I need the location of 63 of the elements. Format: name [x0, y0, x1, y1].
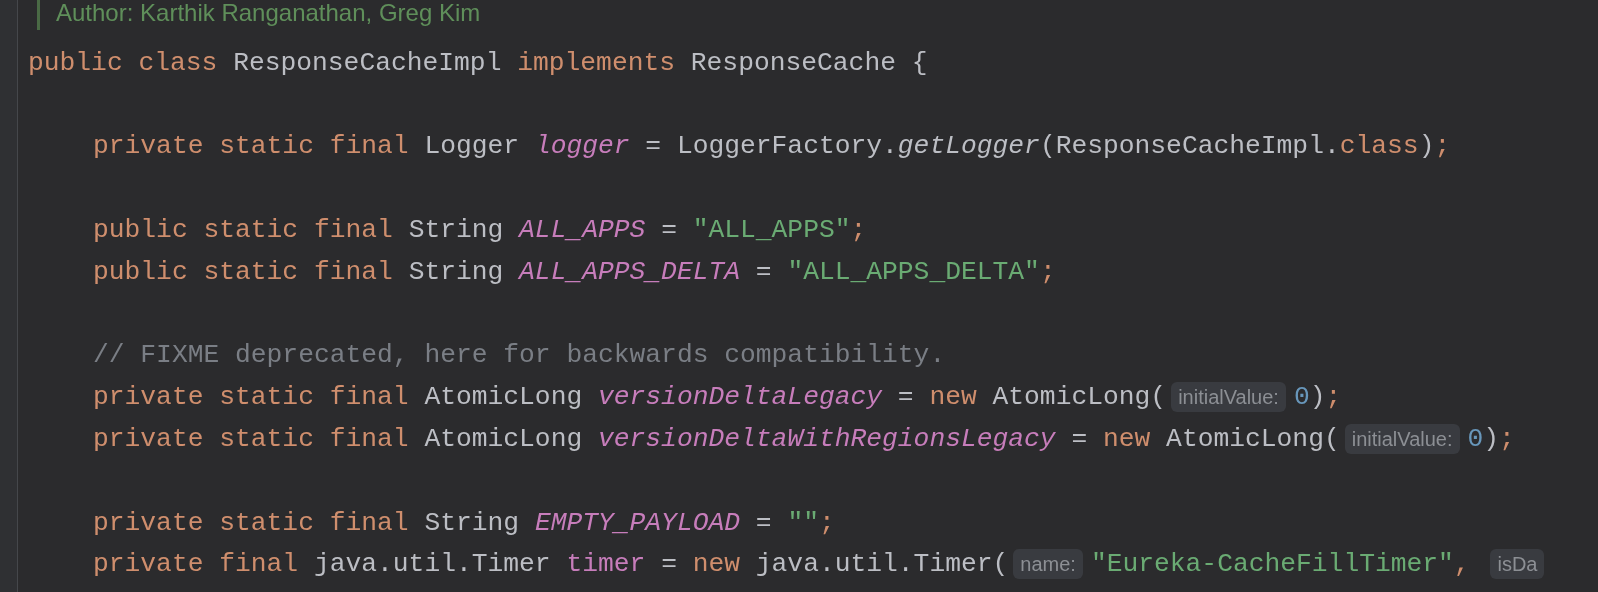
keyword: public class — [28, 47, 219, 78]
identifier: ResponseCacheImpl — [233, 47, 503, 78]
punctuation: ; — [1325, 382, 1342, 413]
identifier: = — [755, 256, 773, 287]
keyword: class — [1339, 131, 1419, 162]
identifier: ) — [1309, 382, 1326, 413]
identifier: AtomicLong( — [992, 382, 1167, 413]
identifier: String — [408, 215, 505, 246]
parameter-hint: isDa — [1490, 549, 1545, 580]
string-literal: "ALL_APPS_DELTA" — [787, 256, 1040, 287]
field-name: versionDeltaLegacy — [598, 382, 884, 413]
punctuation: ; — [1434, 131, 1451, 162]
field-name: logger — [534, 131, 631, 162]
number-literal: 0 — [1293, 382, 1310, 413]
punctuation: ; — [1039, 256, 1056, 287]
keyword: public static final — [93, 215, 394, 246]
keyword: new — [1103, 424, 1152, 455]
identifier: String — [424, 507, 521, 538]
parameter-hint: initialValue: — [1344, 424, 1460, 455]
identifier: (ResponseCacheImpl. — [1039, 131, 1340, 162]
keyword: new — [929, 382, 978, 413]
identifier: = LoggerFactory. — [645, 131, 898, 162]
parameter-hint: name: — [1013, 549, 1083, 580]
identifier: AtomicLong — [424, 382, 584, 413]
keyword: private final — [93, 549, 300, 580]
keyword: public static final — [93, 256, 394, 287]
string-literal: "" — [787, 507, 819, 538]
identifier: String — [408, 256, 505, 287]
identifier: AtomicLong — [424, 424, 584, 455]
punctuation: ; — [850, 215, 867, 246]
identifier: ) — [1418, 131, 1435, 162]
method-name: getLogger — [897, 131, 1040, 162]
field-name: timer — [566, 549, 647, 580]
field-name: EMPTY_PAYLOAD — [534, 507, 742, 538]
string-literal: "Eureka-CacheFillTimer" — [1090, 549, 1454, 580]
doc-comment: Author: Karthik Ranganathan, Greg Kim — [56, 0, 481, 26]
identifier: ResponseCache { — [690, 47, 928, 78]
keyword: implements — [517, 47, 677, 78]
identifier: java.util.Timer — [313, 549, 552, 580]
field-name: versionDeltaWithRegionsLegacy — [598, 424, 1057, 455]
punctuation: ; — [1499, 424, 1515, 455]
identifier: ) — [1483, 424, 1500, 455]
field-name: ALL_APPS — [519, 215, 647, 246]
keyword: private static final — [93, 507, 410, 538]
code-comment: // FIXME deprecated, here for backwards compatibility. — [93, 340, 946, 371]
identifier: java.util.Timer( — [755, 549, 1009, 580]
identifier: = — [755, 507, 773, 538]
keyword: private static final — [93, 382, 410, 413]
identifier: = — [897, 382, 915, 413]
identifier: Logger — [424, 131, 521, 162]
keyword: private static final — [93, 424, 410, 455]
punctuation: , — [1453, 549, 1471, 580]
identifier: = — [1071, 424, 1089, 455]
field-name: ALL_APPS_DELTA — [519, 256, 742, 287]
keyword: private static final — [93, 131, 410, 162]
identifier: = — [661, 549, 678, 580]
number-literal: 0 — [1467, 424, 1484, 455]
string-literal: "ALL_APPS" — [692, 215, 851, 246]
identifier: = — [661, 215, 678, 246]
parameter-hint: initialValue: — [1171, 382, 1286, 413]
punctuation: ; — [818, 507, 835, 538]
keyword: new — [692, 549, 742, 580]
identifier: AtomicLong( — [1166, 424, 1340, 455]
